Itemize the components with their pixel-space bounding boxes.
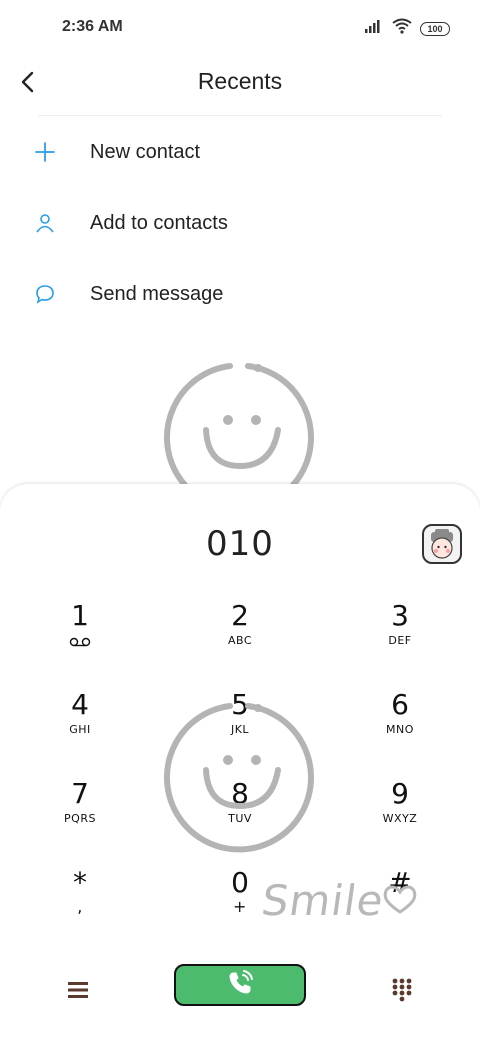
key-digit: 6 (391, 688, 409, 721)
key-digit: 2 (231, 599, 249, 632)
key-8[interactable]: 8 TUV (180, 778, 300, 858)
key-digit: * (73, 866, 87, 899)
key-digit: 7 (71, 777, 89, 810)
key-digit: 4 (71, 688, 89, 721)
header: Recents (0, 56, 480, 112)
key-letters: WXYZ (382, 812, 418, 825)
key-letters: DEF (388, 634, 412, 647)
new-contact-label: New contact (90, 140, 201, 163)
key-9[interactable]: 9 WXYZ (340, 778, 460, 858)
wifi-icon (392, 18, 412, 39)
key-digit: 1 (71, 599, 89, 632)
heart-icon (382, 884, 418, 919)
key-digit: 8 (231, 777, 249, 810)
key-2[interactable]: 2 ABC (180, 600, 300, 680)
plus-icon (32, 139, 58, 165)
key-7[interactable]: 7 PQRS (20, 778, 140, 858)
key-5[interactable]: 5 JKL (180, 689, 300, 769)
key-letters: PQRS (64, 812, 96, 825)
key-letters: JKL (230, 723, 250, 736)
key-digit: 3 (391, 599, 409, 632)
key-letters: ABC (227, 634, 253, 647)
key-letters: MNO (386, 723, 414, 736)
page-title: Recents (197, 68, 283, 94)
phone-call-icon (226, 969, 254, 1002)
key-letters: + (233, 897, 247, 916)
status-icons: 100 (364, 18, 450, 39)
add-to-contacts-action[interactable]: Add to contacts (0, 188, 480, 258)
status-time: 2:36 AM (62, 18, 123, 35)
dialer-bottom-bar (0, 962, 480, 1022)
chat-bubble-icon (32, 281, 58, 307)
avatar[interactable] (422, 524, 462, 564)
header-divider (38, 115, 442, 116)
status-bar: 2:36 AM 100 (0, 0, 480, 56)
key-star[interactable]: * , (20, 867, 140, 947)
call-button[interactable] (174, 964, 306, 1006)
new-contact-action[interactable]: New contact (0, 117, 480, 187)
add-to-contacts-label: Add to contacts (90, 211, 228, 234)
smile-decoration-text: Smile (258, 876, 388, 925)
battery-icon: 100 (420, 21, 450, 36)
key-digit: 5 (231, 688, 249, 721)
voicemail-icon (69, 634, 91, 652)
send-message-action[interactable]: Send message (0, 259, 480, 329)
key-letters: , (77, 897, 83, 916)
key-letters: TUV (228, 812, 252, 825)
key-3[interactable]: 3 DEF (340, 600, 460, 680)
key-digit: 9 (391, 777, 409, 810)
dialed-number: 010 (206, 524, 274, 564)
dialer-panel: 010 1 2 ABC 3 DEF 4 GHI 5 JKL 6 MNO 7 PQ… (0, 484, 480, 1040)
key-digit: 0 (231, 866, 249, 899)
person-icon (32, 210, 58, 236)
dialpad-icon[interactable] (386, 974, 418, 1006)
menu-icon[interactable] (62, 974, 94, 1006)
send-message-label: Send message (90, 282, 224, 305)
key-4[interactable]: 4 GHI (20, 689, 140, 769)
key-6[interactable]: 6 MNO (340, 689, 460, 769)
key-1[interactable]: 1 (20, 600, 140, 680)
signal-icon (364, 19, 384, 38)
key-letters: GHI (69, 723, 91, 736)
